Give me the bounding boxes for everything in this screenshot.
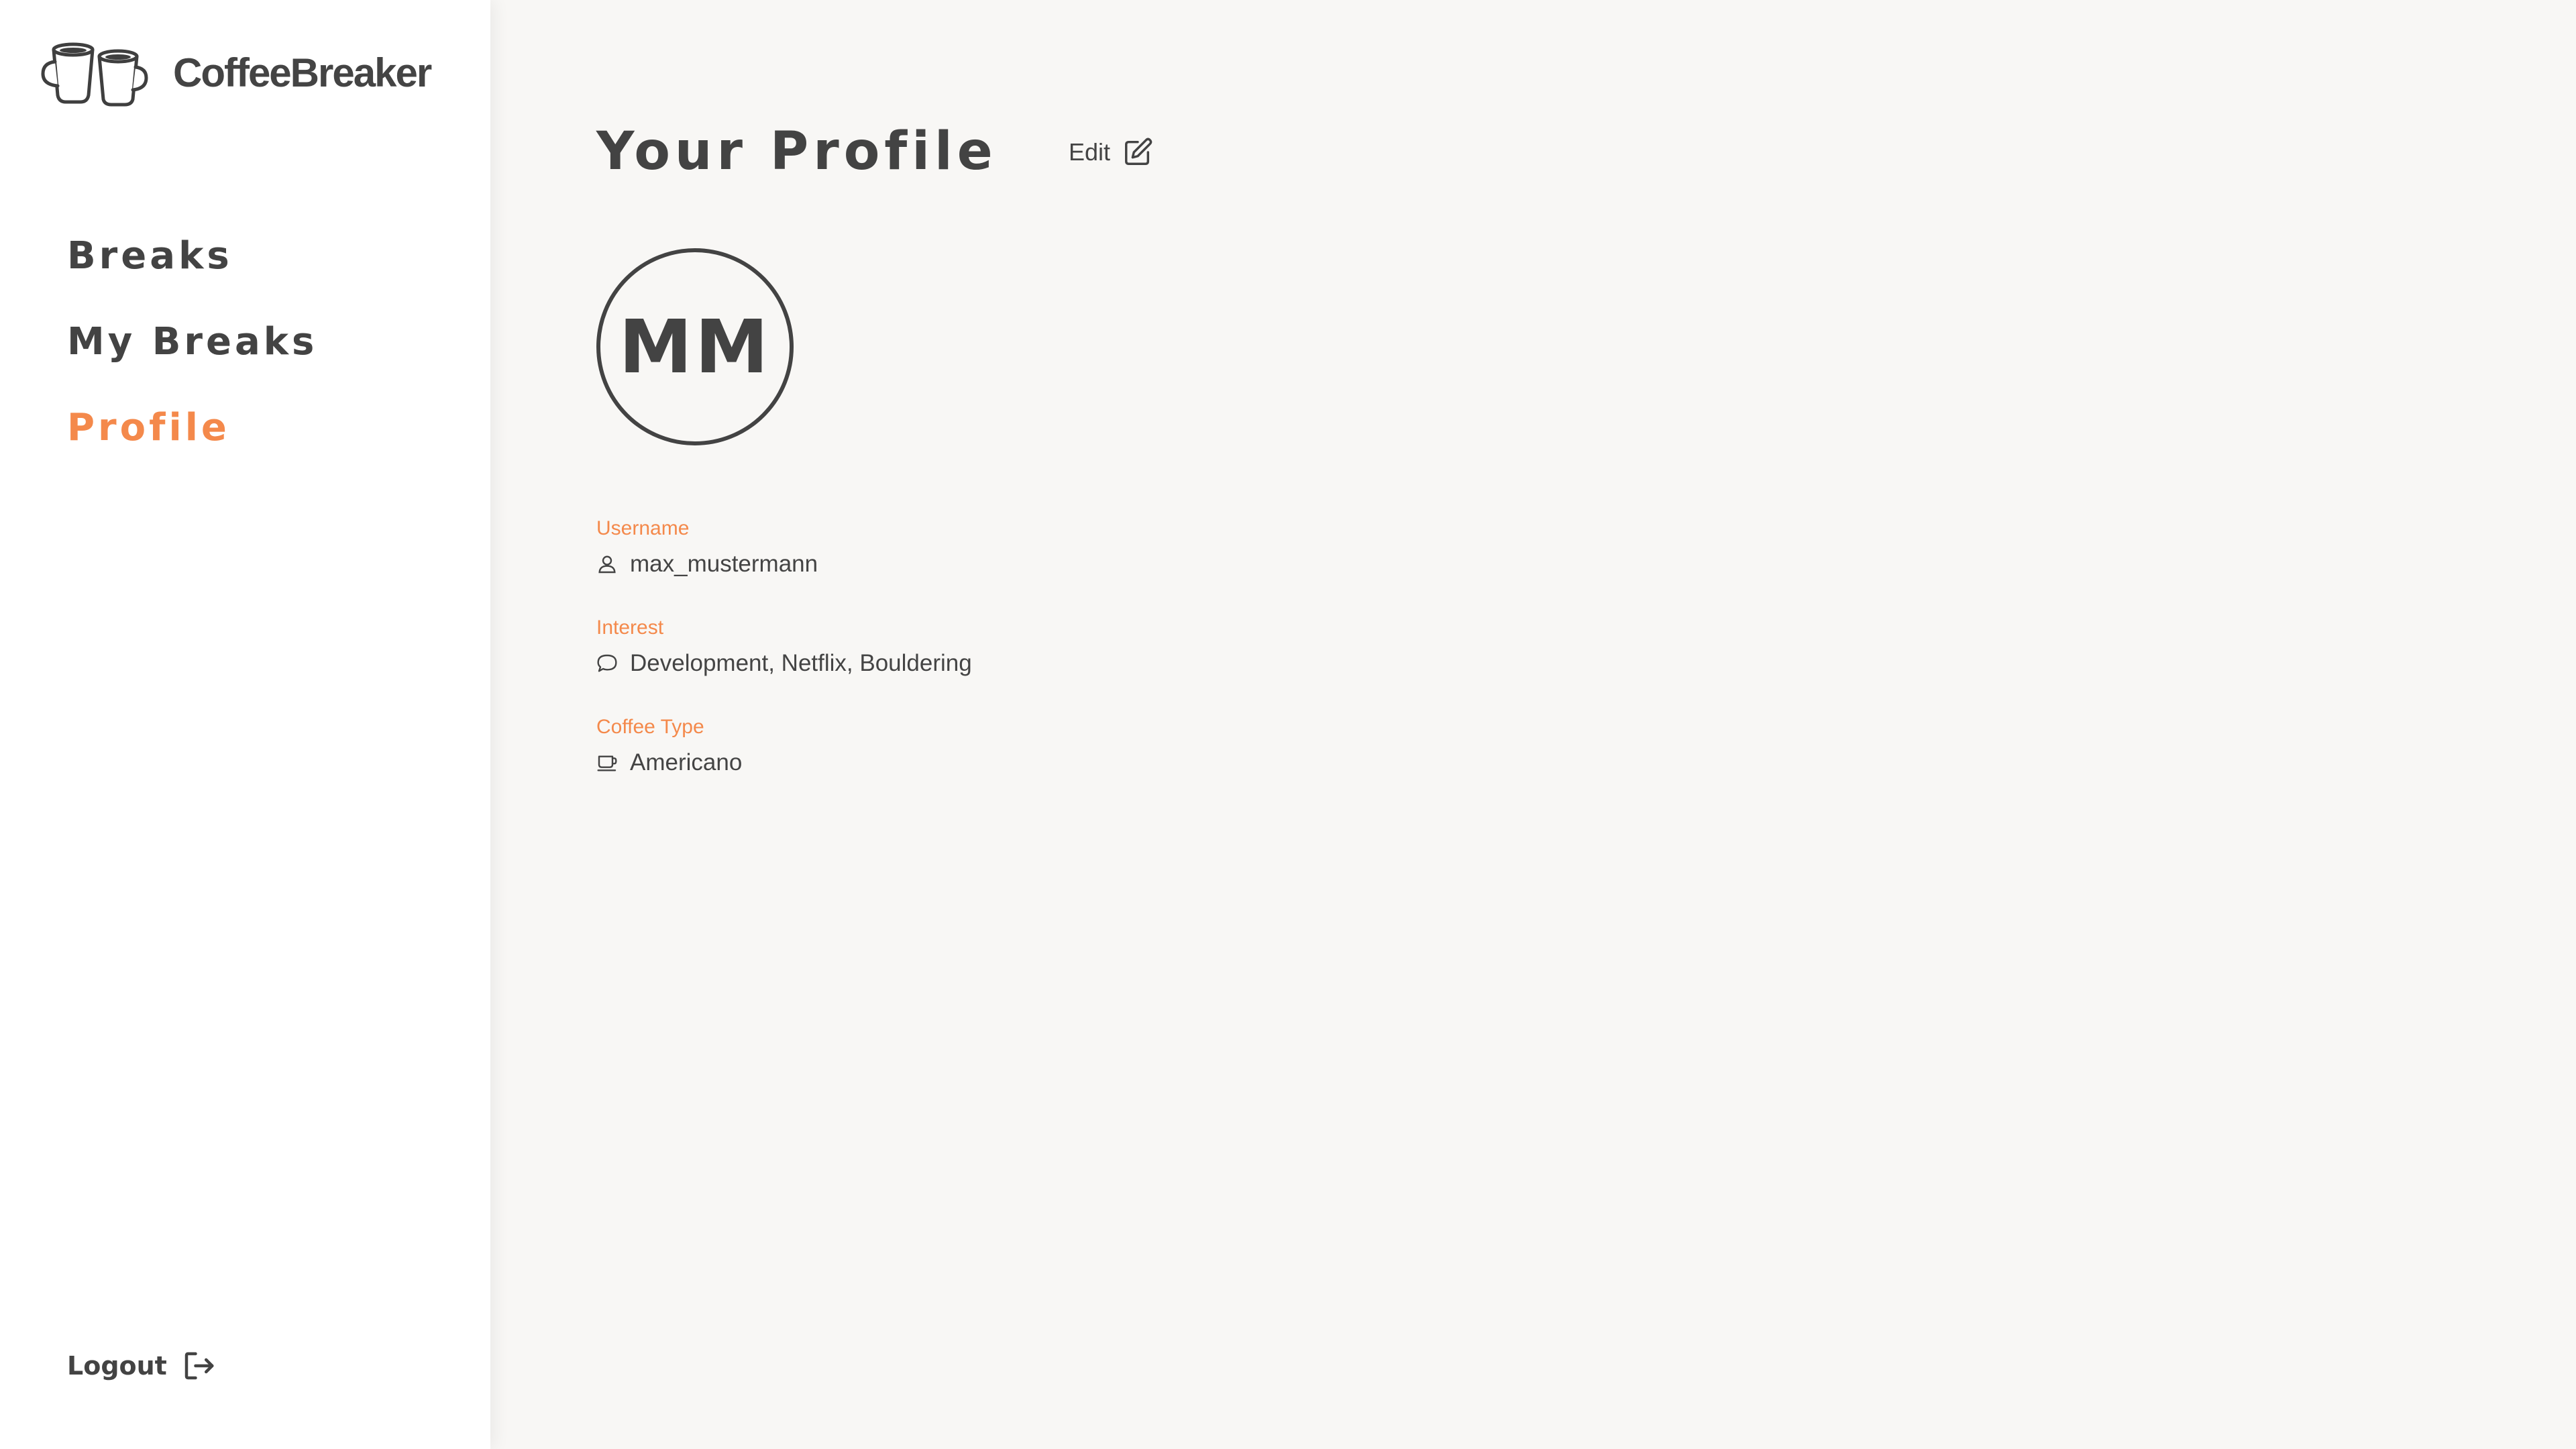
coffee-type-value: Americano — [630, 749, 743, 775]
coffee-type-field: Coffee Type Americano — [596, 714, 742, 780]
interest-value: Development, Netflix, Bouldering — [630, 650, 972, 676]
avatar: MM — [596, 248, 794, 445]
coffee-type-value-row: Americano — [596, 746, 742, 780]
brand-name: CoffeeBreaker — [173, 50, 432, 95]
main-content: Your Profile Edit MM Username max_muster… — [490, 0, 2576, 1449]
coffee-cups-logo-icon — [41, 42, 148, 107]
interest-value-row: Development, Netflix, Bouldering — [596, 647, 972, 680]
nav-item-breaks[interactable]: Breaks — [67, 213, 317, 299]
username-value: max_mustermann — [630, 551, 818, 577]
speech-bubble-icon — [597, 654, 617, 672]
brand[interactable]: CoffeeBreaker — [39, 38, 432, 107]
coffee-cup-icon — [597, 755, 617, 771]
username-label: Username — [596, 517, 690, 539]
edit-profile-button[interactable]: Edit — [1069, 134, 1153, 170]
edit-label: Edit — [1069, 138, 1111, 166]
username-field: Username max_mustermann — [596, 515, 818, 581]
logout-label: Logout — [67, 1351, 167, 1381]
user-icon — [598, 555, 616, 574]
nav-item-my-breaks[interactable]: My Breaks — [67, 299, 317, 385]
coffee-type-label: Coffee Type — [596, 716, 704, 738]
interest-field: Interest Development, Netflix, Boulderin… — [596, 614, 972, 680]
logout-button[interactable]: Logout — [67, 1346, 217, 1386]
edit-icon — [1125, 138, 1152, 165]
sidebar: CoffeeBreaker Breaks My Breaks Profile L… — [0, 0, 490, 1449]
main-nav: Breaks My Breaks Profile — [67, 213, 317, 471]
nav-item-profile[interactable]: Profile — [67, 385, 317, 471]
app-root: CoffeeBreaker Breaks My Breaks Profile L… — [0, 0, 2576, 1449]
page-title: Your Profile — [596, 121, 998, 182]
logout-icon — [184, 1352, 214, 1380]
avatar-initials: MM — [619, 304, 771, 390]
username-value-row: max_mustermann — [596, 547, 818, 581]
interest-label: Interest — [596, 616, 664, 639]
